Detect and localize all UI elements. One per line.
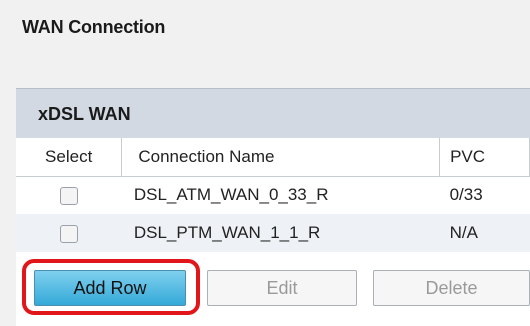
panel-title: xDSL WAN [38, 104, 131, 124]
connection-table: Select Connection Name PVC DSL_ATM_WAN_0… [16, 138, 530, 252]
panel-header: xDSL WAN [16, 88, 530, 138]
column-header-select: Select [16, 138, 123, 177]
row-select-cell [16, 176, 122, 214]
connection-name-cell: DSL_PTM_WAN_1_1_R [121, 214, 440, 252]
column-header-pvc: PVC [439, 138, 530, 177]
pvc-cell: 0/33 [439, 176, 530, 214]
row-select-cell [16, 214, 122, 252]
table-row[interactable]: DSL_PTM_WAN_1_1_R N/A [16, 214, 530, 252]
pvc-cell: N/A [439, 214, 530, 252]
delete-button[interactable]: Delete [373, 270, 530, 306]
add-row-highlight-box [22, 259, 200, 315]
edit-button[interactable]: Edit [207, 270, 357, 306]
table-row[interactable]: DSL_ATM_WAN_0_33_R 0/33 [16, 176, 530, 214]
row-select-checkbox[interactable] [59, 186, 78, 205]
column-header-connection-name: Connection Name [121, 138, 441, 177]
row-select-checkbox[interactable] [59, 224, 78, 243]
page-title: WAN Connection [22, 17, 166, 37]
connection-name-cell: DSL_ATM_WAN_0_33_R [121, 176, 440, 214]
table-header-row: Select Connection Name PVC [16, 138, 530, 177]
